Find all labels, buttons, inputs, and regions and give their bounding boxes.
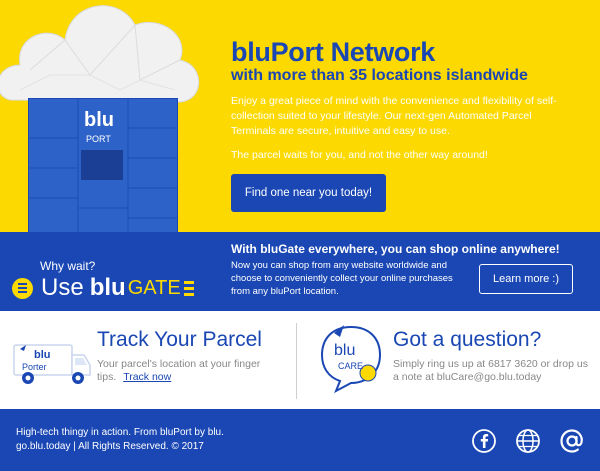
hero-tagline: The parcel waits for you, and not the ot… (231, 149, 488, 161)
track-parcel-text: Your parcel's location at your finger ti… (97, 358, 282, 384)
find-near-you-button[interactable]: Find one near you today! (231, 174, 386, 212)
blugate-heading: With bluGate everywhere, you can shop on… (231, 242, 560, 256)
gate-word: GATE (127, 276, 181, 299)
track-now-link[interactable]: Track now (123, 371, 171, 383)
info-row: blu Porter Track Your Parcel Your parcel… (0, 311, 600, 409)
use-word: Use (41, 274, 84, 301)
hero-title: bluPort Network (231, 37, 436, 67)
porter-logo-sub: Porter (22, 362, 47, 372)
svg-text:PORT: PORT (86, 134, 111, 144)
question-title: Got a question? (393, 328, 542, 351)
track-description: Your parcel's location at your finger ti… (97, 358, 261, 383)
blugate-band: Why wait? Use blu GATE With bluGate ever… (0, 232, 600, 311)
use-blugate-logo: Use blu GATE (12, 274, 194, 302)
bluport-locker-illustration: blu PORT (28, 98, 178, 232)
porter-logo-blu: blu (34, 349, 51, 361)
learn-more-button[interactable]: Learn more :) (479, 264, 573, 294)
gate-bars-icon (183, 280, 194, 296)
email-page: blu PORT bluPort Network with more than … (0, 0, 600, 471)
blucare-logo-blu: blu (334, 342, 355, 359)
blugate-paragraph: Now you can shop from any website worldw… (231, 260, 453, 297)
hero-text-block: bluPort Network with more than 35 locati… (231, 38, 583, 163)
at-icon[interactable] (559, 428, 585, 454)
blucare-logo-icon: blu CARE (320, 325, 382, 394)
globe-icon[interactable] (515, 428, 541, 454)
footer-text: High-tech thingy in action. From bluPort… (16, 426, 224, 454)
question-text: Simply ring us up at 6817 3620 or drop u… (393, 358, 588, 383)
blucare-logo-sub: CARE (338, 361, 363, 371)
footer-line-1: High-tech thingy in action. From bluPort… (16, 427, 224, 438)
column-divider (296, 323, 297, 399)
blu-word: blu (89, 274, 126, 301)
hero-paragraph: Enjoy a great piece of mind with the con… (231, 95, 557, 137)
hero-subtitle: with more than 35 locations islandwide (231, 67, 528, 84)
footer: High-tech thingy in action. From bluPort… (0, 409, 600, 471)
menu-circle-icon (12, 277, 33, 299)
hero-section: blu PORT bluPort Network with more than … (0, 0, 600, 232)
facebook-icon[interactable] (471, 428, 497, 454)
svg-text:blu: blu (84, 109, 114, 131)
track-parcel-title: Track Your Parcel (97, 328, 262, 351)
footer-line-2: go.blu.today | All Rights Reserved. © 20… (16, 441, 204, 452)
why-wait-label: Why wait? (40, 259, 96, 273)
bluporter-truck-icon: blu Porter (13, 344, 91, 384)
